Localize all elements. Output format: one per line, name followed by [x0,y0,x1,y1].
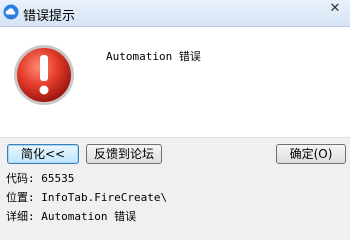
cloud-icon [3,4,19,20]
message-area: Automation 错误 [0,27,350,137]
button-bar: 简化<< 反馈到论坛 确定(O) [0,137,350,168]
ok-button[interactable]: 确定(O) [276,144,346,164]
window-title: 错误提示 [23,9,76,24]
error-location: 位置: InfoTab.FireCreate\ [6,191,168,204]
error-message: Automation 错误 [106,50,201,63]
error-code: 代码: 65535 [6,172,75,185]
title-bar: 错误提示 ✕ [0,0,350,27]
error-icon [14,45,74,105]
close-button[interactable]: ✕ [326,0,344,18]
simplify-button[interactable]: 简化<< [7,144,79,164]
error-details: 代码: 65535 位置: InfoTab.FireCreate\ 详细: Au… [6,169,346,226]
feedback-button[interactable]: 反馈到论坛 [86,144,162,164]
error-detail: 详细: Automation 错误 [6,210,137,223]
